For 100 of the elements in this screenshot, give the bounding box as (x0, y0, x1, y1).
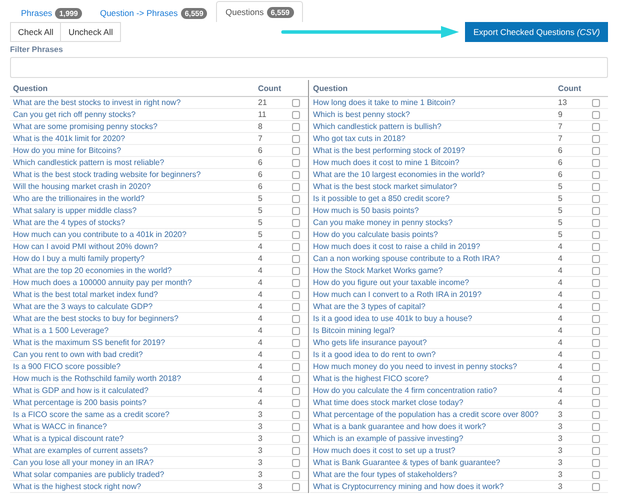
question-link[interactable]: What solar companies are publicly traded? (13, 470, 258, 479)
question-link[interactable]: Is a FICO score the same as a credit score? (13, 410, 258, 419)
question-link[interactable]: How do you mine for Bitcoins? (13, 146, 258, 155)
row-checkbox[interactable] (292, 206, 300, 214)
row-checkbox[interactable] (592, 422, 600, 430)
question-link[interactable]: What is a bank guarantee and how does it work? (313, 422, 558, 431)
question-link[interactable]: How do you calculate basis points? (313, 230, 558, 239)
row-checkbox[interactable] (292, 326, 300, 334)
question-link[interactable]: What is the highest FICO score? (313, 374, 558, 383)
row-checkbox[interactable] (292, 374, 300, 382)
filter-field[interactable] (10, 57, 608, 78)
row-checkbox[interactable] (292, 410, 300, 418)
row-checkbox[interactable] (592, 338, 600, 346)
question-link[interactable]: What is the best stock trading website for beginners? (13, 170, 258, 179)
row-checkbox[interactable] (592, 134, 600, 142)
row-checkbox[interactable] (292, 386, 300, 394)
row-checkbox[interactable] (292, 302, 300, 310)
row-checkbox[interactable] (592, 482, 600, 490)
row-checkbox[interactable] (592, 326, 600, 334)
row-checkbox[interactable] (292, 254, 300, 262)
row-checkbox[interactable] (592, 110, 600, 118)
uncheck-all-button[interactable]: Uncheck All (60, 22, 121, 42)
row-checkbox[interactable] (292, 350, 300, 358)
question-link[interactable]: Can a non working spouse contribute to a Roth IRA? (313, 254, 558, 263)
question-link[interactable]: Who got tax cuts in 2018? (313, 134, 558, 143)
question-link[interactable]: How do I buy a multi family property? (13, 254, 258, 263)
question-link[interactable]: What is the highest stock right now? (13, 482, 258, 491)
question-link[interactable]: What are the top 20 economies in the world? (13, 266, 258, 275)
question-link[interactable]: What are the best stocks to buy for beginners? (13, 314, 258, 323)
row-checkbox[interactable] (292, 398, 300, 406)
row-checkbox[interactable] (592, 374, 600, 382)
question-link[interactable]: What are examples of current assets? (13, 446, 258, 455)
row-checkbox[interactable] (592, 146, 600, 154)
row-checkbox[interactable] (292, 338, 300, 346)
question-link[interactable]: How much does it cost to set up a trust? (313, 446, 558, 455)
question-link[interactable]: What is Bank Guarantee & types of bank guarantee? (313, 458, 558, 467)
row-checkbox[interactable] (292, 134, 300, 142)
question-link[interactable]: What is the maximum SS benefit for 2019? (13, 338, 258, 347)
row-checkbox[interactable] (592, 218, 600, 226)
row-checkbox[interactable] (292, 434, 300, 442)
row-checkbox[interactable] (592, 350, 600, 358)
question-link[interactable]: How much is the Rothschild family worth 2018? (13, 374, 258, 383)
row-checkbox[interactable] (592, 206, 600, 214)
row-checkbox[interactable] (292, 266, 300, 274)
question-link[interactable]: Which is best penny stock? (313, 110, 558, 119)
question-link[interactable]: What are the 3 types of capital? (313, 302, 558, 311)
row-checkbox[interactable] (292, 218, 300, 226)
row-checkbox[interactable] (592, 182, 600, 190)
question-link[interactable]: What time does stock market close today? (313, 398, 558, 407)
question-link[interactable]: Which candlestick pattern is most reliable? (13, 158, 258, 167)
row-checkbox[interactable] (292, 98, 300, 106)
row-checkbox[interactable] (292, 422, 300, 430)
row-checkbox[interactable] (592, 278, 600, 286)
question-link[interactable]: How can I avoid PMI without 20% down? (13, 242, 258, 251)
row-checkbox[interactable] (292, 170, 300, 178)
question-link[interactable]: Can you make money in penny stocks? (313, 218, 558, 227)
row-checkbox[interactable] (292, 278, 300, 286)
row-checkbox[interactable] (292, 458, 300, 466)
question-link[interactable]: What is the best total market index fund? (13, 290, 258, 299)
row-checkbox[interactable] (292, 446, 300, 454)
row-checkbox[interactable] (292, 158, 300, 166)
question-link[interactable]: What is a typical discount rate? (13, 434, 258, 443)
row-checkbox[interactable] (592, 242, 600, 250)
question-link[interactable]: What is the best performing stock of 2019? (313, 146, 558, 155)
question-link[interactable]: Who gets life insurance payout? (313, 338, 558, 347)
question-link[interactable]: What is WACC in finance? (13, 422, 258, 431)
row-checkbox[interactable] (292, 194, 300, 202)
question-link[interactable]: How the Stock Market Works game? (313, 266, 558, 275)
question-link[interactable]: How much is 50 basis points? (313, 206, 558, 215)
row-checkbox[interactable] (292, 146, 300, 154)
row-checkbox[interactable] (592, 170, 600, 178)
question-link[interactable]: How much money do you need to invest in penny stocks? (313, 362, 558, 371)
question-link[interactable]: What are the four types of stakeholders? (313, 470, 558, 479)
question-link[interactable]: What are the 4 types of stocks? (13, 218, 258, 227)
question-link[interactable]: Can you rent to own with bad credit? (13, 350, 258, 359)
export-button[interactable]: Export Checked Questions (CSV) (465, 22, 608, 42)
question-link[interactable]: Is it possible to get a 850 credit score? (313, 194, 558, 203)
question-link[interactable]: What is Cryptocurrency mining and how does it work? (313, 482, 558, 491)
row-checkbox[interactable] (292, 182, 300, 190)
row-checkbox[interactable] (592, 398, 600, 406)
row-checkbox[interactable] (592, 302, 600, 310)
row-checkbox[interactable] (292, 110, 300, 118)
check-all-button[interactable]: Check All (10, 22, 62, 42)
question-link[interactable]: Is Bitcoin mining legal? (313, 326, 558, 335)
row-checkbox[interactable] (292, 362, 300, 370)
question-link[interactable]: How do you calculate the 4 firm concentration ratio? (313, 386, 558, 395)
question-link[interactable]: How much can I convert to a Roth IRA in 2019? (313, 290, 558, 299)
question-link[interactable]: What are some promising penny stocks? (13, 122, 258, 131)
row-checkbox[interactable] (592, 194, 600, 202)
question-link[interactable]: Can you lose all your money in an IRA? (13, 458, 258, 467)
row-checkbox[interactable] (592, 230, 600, 238)
question-link[interactable]: What is a 1 500 Leverage? (13, 326, 258, 335)
row-checkbox[interactable] (592, 158, 600, 166)
question-link[interactable]: What percentage of the population has a credit score over 800? (313, 410, 558, 419)
question-link[interactable]: What is the best stock market simulator? (313, 182, 558, 191)
question-link[interactable]: Is a 900 FICO score possible? (13, 362, 258, 371)
question-link[interactable]: What percentage is 200 basis points? (13, 398, 258, 407)
question-link[interactable]: Which is an example of passive investing? (313, 434, 558, 443)
question-link[interactable]: Which candlestick pattern is bullish? (313, 122, 558, 131)
question-link[interactable]: Who are the trillionaires in the world? (13, 194, 258, 203)
